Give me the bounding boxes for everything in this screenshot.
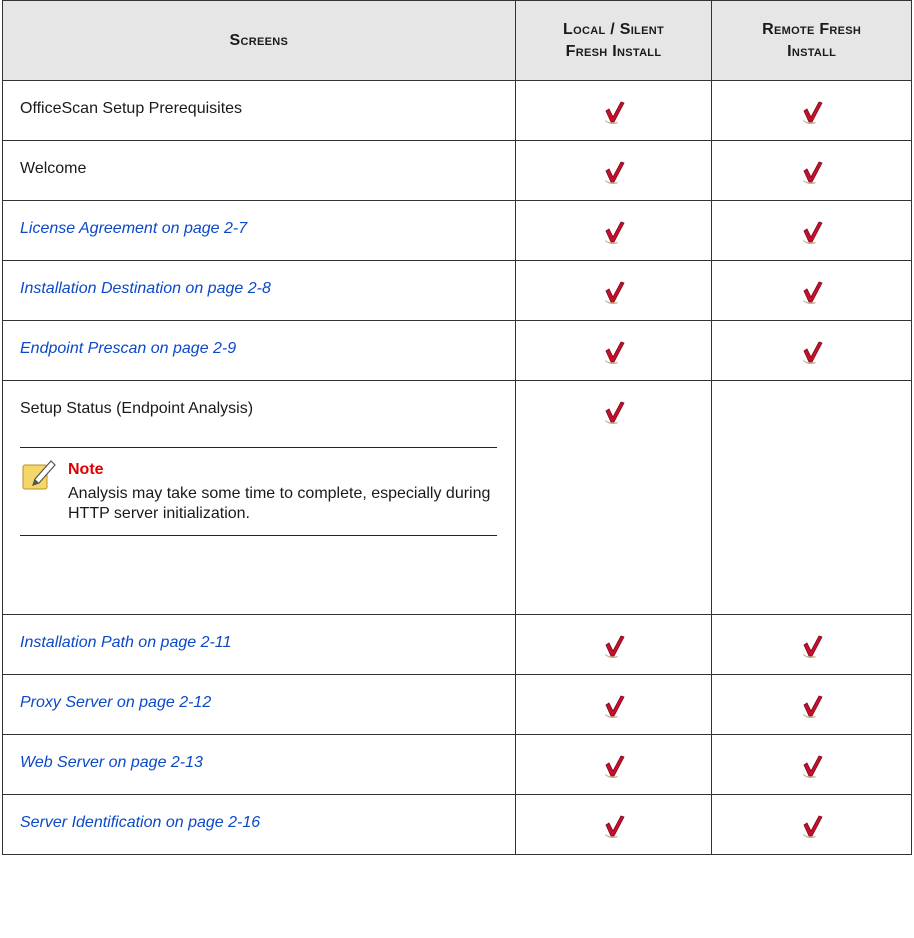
note-pencil-icon — [22, 460, 56, 490]
table-row: Web Server on page 2-13 — [2, 734, 912, 795]
screen-label: OfficeScan Setup Prerequisites — [20, 100, 243, 117]
checkmark-icon — [604, 101, 625, 124]
checkmark-icon — [802, 101, 823, 124]
local-silent-cell — [514, 614, 713, 675]
table-row: OfficeScan Setup Prerequisites — [2, 80, 912, 141]
checkmark-icon — [802, 161, 823, 184]
checkmark-icon — [802, 341, 823, 364]
remote-cell — [711, 614, 912, 675]
checkmark-icon — [604, 695, 625, 718]
screen-cell: Server Identification on page 2-16 — [2, 794, 516, 855]
screen-label: Welcome — [20, 160, 87, 177]
note-block: Note Analysis may take some time to compl… — [20, 447, 497, 536]
table-row: Setup Status (Endpoint Analysis) Note Anal… — [2, 380, 912, 615]
screen-link[interactable]: Endpoint Prescan on page 2-9 — [3, 321, 515, 359]
screen-cell: Endpoint Prescan on page 2-9 — [2, 320, 516, 381]
local-silent-cell — [514, 674, 713, 735]
screen-link[interactable]: Installation Destination on page 2-8 — [3, 261, 515, 299]
remote-cell — [711, 80, 912, 141]
screen-link[interactable]: Server Identification on page 2-16 — [3, 795, 515, 833]
checkmark-icon — [802, 815, 823, 838]
screen-link[interactable]: Installation Path on page 2-11 — [3, 615, 515, 653]
screen-link[interactable]: Web Server on page 2-13 — [3, 735, 515, 773]
checkmark-icon — [604, 341, 625, 364]
screen-link[interactable]: Proxy Server on page 2-12 — [3, 675, 515, 713]
screen-cell: Setup Status (Endpoint Analysis) Note Anal… — [2, 380, 516, 615]
checkmark-icon — [802, 281, 823, 304]
remote-cell — [711, 734, 912, 795]
screen-cell: Installation Destination on page 2-8 — [2, 260, 516, 321]
remote-cell — [711, 674, 912, 735]
checkmark-icon — [604, 755, 625, 778]
screen-cell: Welcome — [2, 140, 516, 201]
note-body: Analysis may take some time to complete,… — [68, 485, 491, 522]
remote-cell — [711, 794, 912, 855]
checkmark-icon — [604, 281, 625, 304]
checkmark-icon — [802, 221, 823, 244]
header-remote: Remote Fresh Install — [711, 0, 912, 81]
checkmark-icon — [802, 635, 823, 658]
local-silent-cell — [514, 80, 713, 141]
screen-cell: License Agreement on page 2-7 — [2, 200, 516, 261]
local-silent-cell — [514, 200, 713, 261]
checkmark-icon — [604, 635, 625, 658]
checkmark-icon — [604, 815, 625, 838]
table-row: Server Identification on page 2-16 — [2, 794, 912, 855]
checkmark-icon — [604, 221, 625, 244]
table-row: Welcome — [2, 140, 912, 201]
table-row: Proxy Server on page 2-12 — [2, 674, 912, 735]
checkmark-icon — [604, 401, 625, 424]
local-silent-cell — [514, 140, 713, 201]
remote-cell — [711, 320, 912, 381]
screen-link[interactable]: License Agreement on page 2-7 — [3, 201, 515, 239]
header-local-silent: Local / Silent Fresh Install — [514, 0, 713, 81]
table-row: Endpoint Prescan on page 2-9 — [2, 320, 912, 381]
table-row: License Agreement on page 2-7 — [2, 200, 912, 261]
checkmark-icon — [802, 695, 823, 718]
header-screens: Screens — [2, 0, 516, 81]
remote-cell — [711, 200, 912, 261]
screen-cell: Proxy Server on page 2-12 — [2, 674, 516, 735]
checkmark-icon — [604, 161, 625, 184]
local-silent-cell — [514, 260, 713, 321]
checkmark-icon — [802, 755, 823, 778]
remote-cell — [711, 260, 912, 321]
remote-cell — [711, 140, 912, 201]
local-silent-cell — [514, 794, 713, 855]
local-silent-cell — [514, 320, 713, 381]
screens-table: Screens Local / Silent Fresh Install Rem… — [2, 0, 912, 855]
screen-label: Setup Status (Endpoint Analysis) — [20, 400, 254, 417]
screen-cell: Web Server on page 2-13 — [2, 734, 516, 795]
screen-cell: Installation Path on page 2-11 — [2, 614, 516, 675]
table-row: Installation Path on page 2-11 — [2, 614, 912, 675]
table-row: Installation Destination on page 2-8 — [2, 260, 912, 321]
local-silent-cell — [514, 380, 713, 615]
screen-cell: OfficeScan Setup Prerequisites — [2, 80, 516, 141]
header-row: Screens Local / Silent Fresh Install Rem… — [2, 0, 912, 81]
remote-cell — [711, 380, 912, 615]
note-title: Note — [68, 461, 104, 478]
local-silent-cell — [514, 734, 713, 795]
